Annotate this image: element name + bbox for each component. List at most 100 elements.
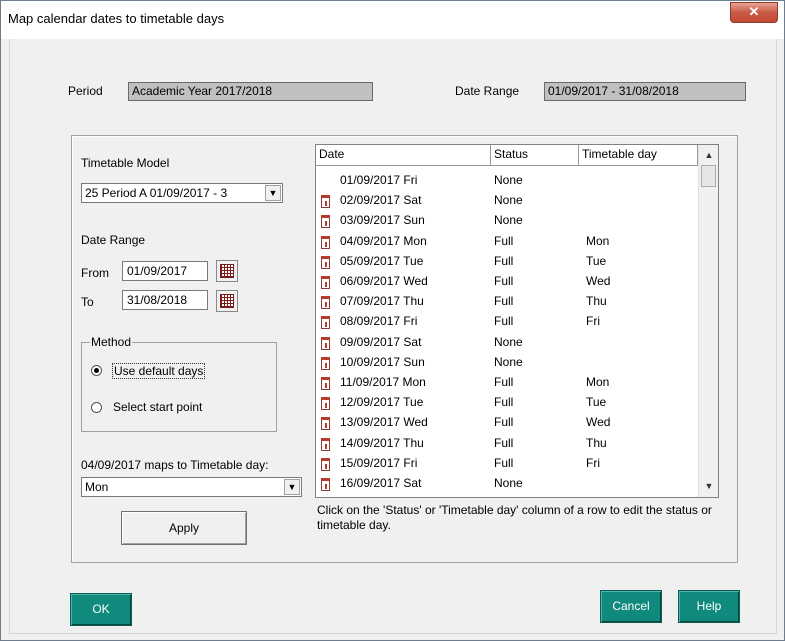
chevron-down-icon[interactable]: ▼ — [265, 185, 281, 201]
timetable-day-value: Mon — [85, 480, 109, 494]
status-cell[interactable]: None — [494, 335, 523, 349]
table-row[interactable]: 01/09/2017 Fri None — [316, 171, 698, 191]
table-row[interactable]: 07/09/2017 Thu Full Thu — [316, 292, 698, 312]
apply-button[interactable]: Apply — [121, 511, 247, 545]
timetable-day-cell[interactable]: Tue — [586, 395, 606, 409]
calendar-icon — [220, 294, 234, 308]
table-row[interactable]: 03/09/2017 Sun None — [316, 211, 698, 231]
column-header-timetable-day[interactable]: Timetable day — [579, 145, 698, 165]
date-cell: 10/09/2017 Sun — [340, 354, 425, 369]
date-cell: 09/09/2017 Sat — [340, 334, 422, 349]
timetable-model-select[interactable]: 25 Period A 01/09/2017 - 3 ▼ — [81, 183, 283, 203]
table-row[interactable]: 15/09/2017 Fri Full Fri — [316, 454, 698, 474]
date-cell: 01/09/2017 Fri — [340, 173, 418, 187]
status-cell[interactable]: Full — [494, 254, 513, 268]
status-cell[interactable]: None — [494, 173, 523, 187]
timetable-model-value: 25 Period A 01/09/2017 - 3 — [85, 186, 228, 200]
cancel-button[interactable]: Cancel — [600, 590, 662, 623]
radio-use-default-days[interactable]: Use default days — [91, 363, 271, 381]
table-row[interactable]: 04/09/2017 Mon Full Mon — [316, 232, 698, 252]
to-date-input[interactable]: 31/08/2018 — [122, 290, 208, 310]
status-cell[interactable]: None — [494, 213, 523, 227]
scroll-down-icon[interactable]: ▼ — [699, 478, 718, 495]
window-title: Map calendar dates to timetable days — [8, 11, 225, 26]
calendar-page-icon — [321, 296, 330, 310]
status-cell[interactable]: None — [494, 355, 523, 369]
status-cell[interactable]: Full — [494, 274, 513, 288]
ok-button[interactable]: OK — [70, 593, 132, 626]
to-label: To — [81, 295, 94, 309]
timetable-day-cell[interactable]: Tue — [586, 254, 606, 268]
date-cell: 13/09/2017 Wed — [340, 415, 428, 430]
calendar-icon — [220, 264, 234, 278]
table-row[interactable]: 09/09/2017 Sat None — [316, 333, 698, 353]
maps-to-label: 04/09/2017 maps to Timetable day: — [81, 458, 269, 472]
to-calendar-button[interactable] — [216, 290, 238, 312]
radio-selected-icon[interactable] — [91, 365, 102, 376]
close-button[interactable]: ✕ — [730, 2, 778, 23]
calendar-page-icon — [321, 417, 330, 431]
status-cell[interactable]: Full — [494, 314, 513, 328]
timetable-day-cell[interactable]: Wed — [586, 415, 610, 429]
status-cell[interactable]: None — [494, 476, 523, 490]
from-calendar-button[interactable] — [216, 260, 238, 282]
date-cell: 02/09/2017 Sat — [340, 193, 422, 208]
column-header-status[interactable]: Status — [491, 145, 579, 165]
timetable-day-cell[interactable]: Fri — [586, 456, 600, 470]
table-row[interactable]: 13/09/2017 Wed Full Wed — [316, 413, 698, 433]
table-row[interactable]: 06/09/2017 Wed Full Wed — [316, 272, 698, 292]
status-cell[interactable]: Full — [494, 234, 513, 248]
status-cell[interactable]: Full — [494, 415, 513, 429]
chevron-down-icon[interactable]: ▼ — [284, 479, 300, 495]
status-cell[interactable]: None — [494, 193, 523, 207]
date-cell: 05/09/2017 Tue — [340, 253, 424, 268]
date-range-top-label: Date Range — [455, 84, 520, 98]
timetable-day-cell[interactable]: Mon — [586, 234, 609, 248]
status-cell[interactable]: Full — [494, 456, 513, 470]
table-row[interactable]: 14/09/2017 Thu Full Thu — [316, 434, 698, 454]
radio-select-start-point[interactable]: Select start point — [91, 400, 271, 418]
radio-unselected-icon[interactable] — [91, 402, 102, 413]
timetable-day-cell[interactable]: Wed — [586, 274, 610, 288]
calendar-page-icon — [321, 377, 330, 390]
timetable-day-cell[interactable]: Thu — [586, 294, 607, 308]
date-cell: 15/09/2017 Fri — [340, 455, 418, 470]
table-row[interactable]: 11/09/2017 Mon Full Mon — [316, 373, 698, 393]
dialog-window: Map calendar dates to timetable days ✕ P… — [0, 0, 785, 641]
table-row[interactable]: 16/09/2017 Sat None — [316, 474, 698, 494]
column-header-date[interactable]: Date — [316, 145, 491, 165]
status-cell[interactable]: Full — [494, 294, 513, 308]
timetable-day-cell[interactable]: Thu — [586, 436, 607, 450]
title-bar: Map calendar dates to timetable days ✕ — [1, 1, 784, 39]
calendar-page-icon — [321, 437, 330, 451]
method-groupbox — [81, 342, 277, 432]
table-row[interactable]: 08/09/2017 Fri Full Fri — [316, 312, 698, 332]
date-list[interactable]: Date Status Timetable day 01/09/2017 Fri… — [315, 144, 719, 498]
timetable-day-cell[interactable]: Mon — [586, 375, 609, 389]
use-default-days-label: Use default days — [112, 363, 206, 379]
table-row[interactable]: 10/09/2017 Sun None — [316, 353, 698, 373]
status-cell[interactable]: Full — [494, 436, 513, 450]
period-field: Academic Year 2017/2018 — [128, 82, 373, 101]
date-cell: 14/09/2017 Thu — [340, 435, 424, 450]
date-cell: 11/09/2017 Mon — [340, 375, 426, 389]
calendar-page-icon — [321, 276, 330, 289]
status-cell[interactable]: Full — [494, 395, 513, 409]
help-button[interactable]: Help — [678, 590, 740, 623]
status-cell[interactable]: Full — [494, 375, 513, 389]
table-row[interactable]: 05/09/2017 Tue Full Tue — [316, 252, 698, 272]
scroll-thumb[interactable] — [701, 165, 716, 187]
date-cell: 03/09/2017 Sun — [340, 213, 425, 228]
date-cell: 08/09/2017 Fri — [340, 314, 418, 329]
timetable-day-cell[interactable]: Fri — [586, 314, 600, 328]
table-row[interactable]: 12/09/2017 Tue Full Tue — [316, 393, 698, 413]
calendar-page-icon — [321, 336, 330, 350]
date-cell: 07/09/2017 Thu — [340, 294, 424, 309]
scroll-up-icon[interactable]: ▲ — [699, 147, 718, 164]
table-row[interactable]: 02/09/2017 Sat None — [316, 191, 698, 211]
calendar-page-icon — [321, 235, 330, 249]
vertical-scrollbar[interactable]: ▲ ▼ — [698, 145, 718, 497]
timetable-day-select[interactable]: Mon ▼ — [81, 477, 302, 497]
list-hint-text: Click on the 'Status' or 'Timetable day'… — [317, 503, 712, 532]
from-date-input[interactable]: 01/09/2017 — [122, 261, 208, 281]
